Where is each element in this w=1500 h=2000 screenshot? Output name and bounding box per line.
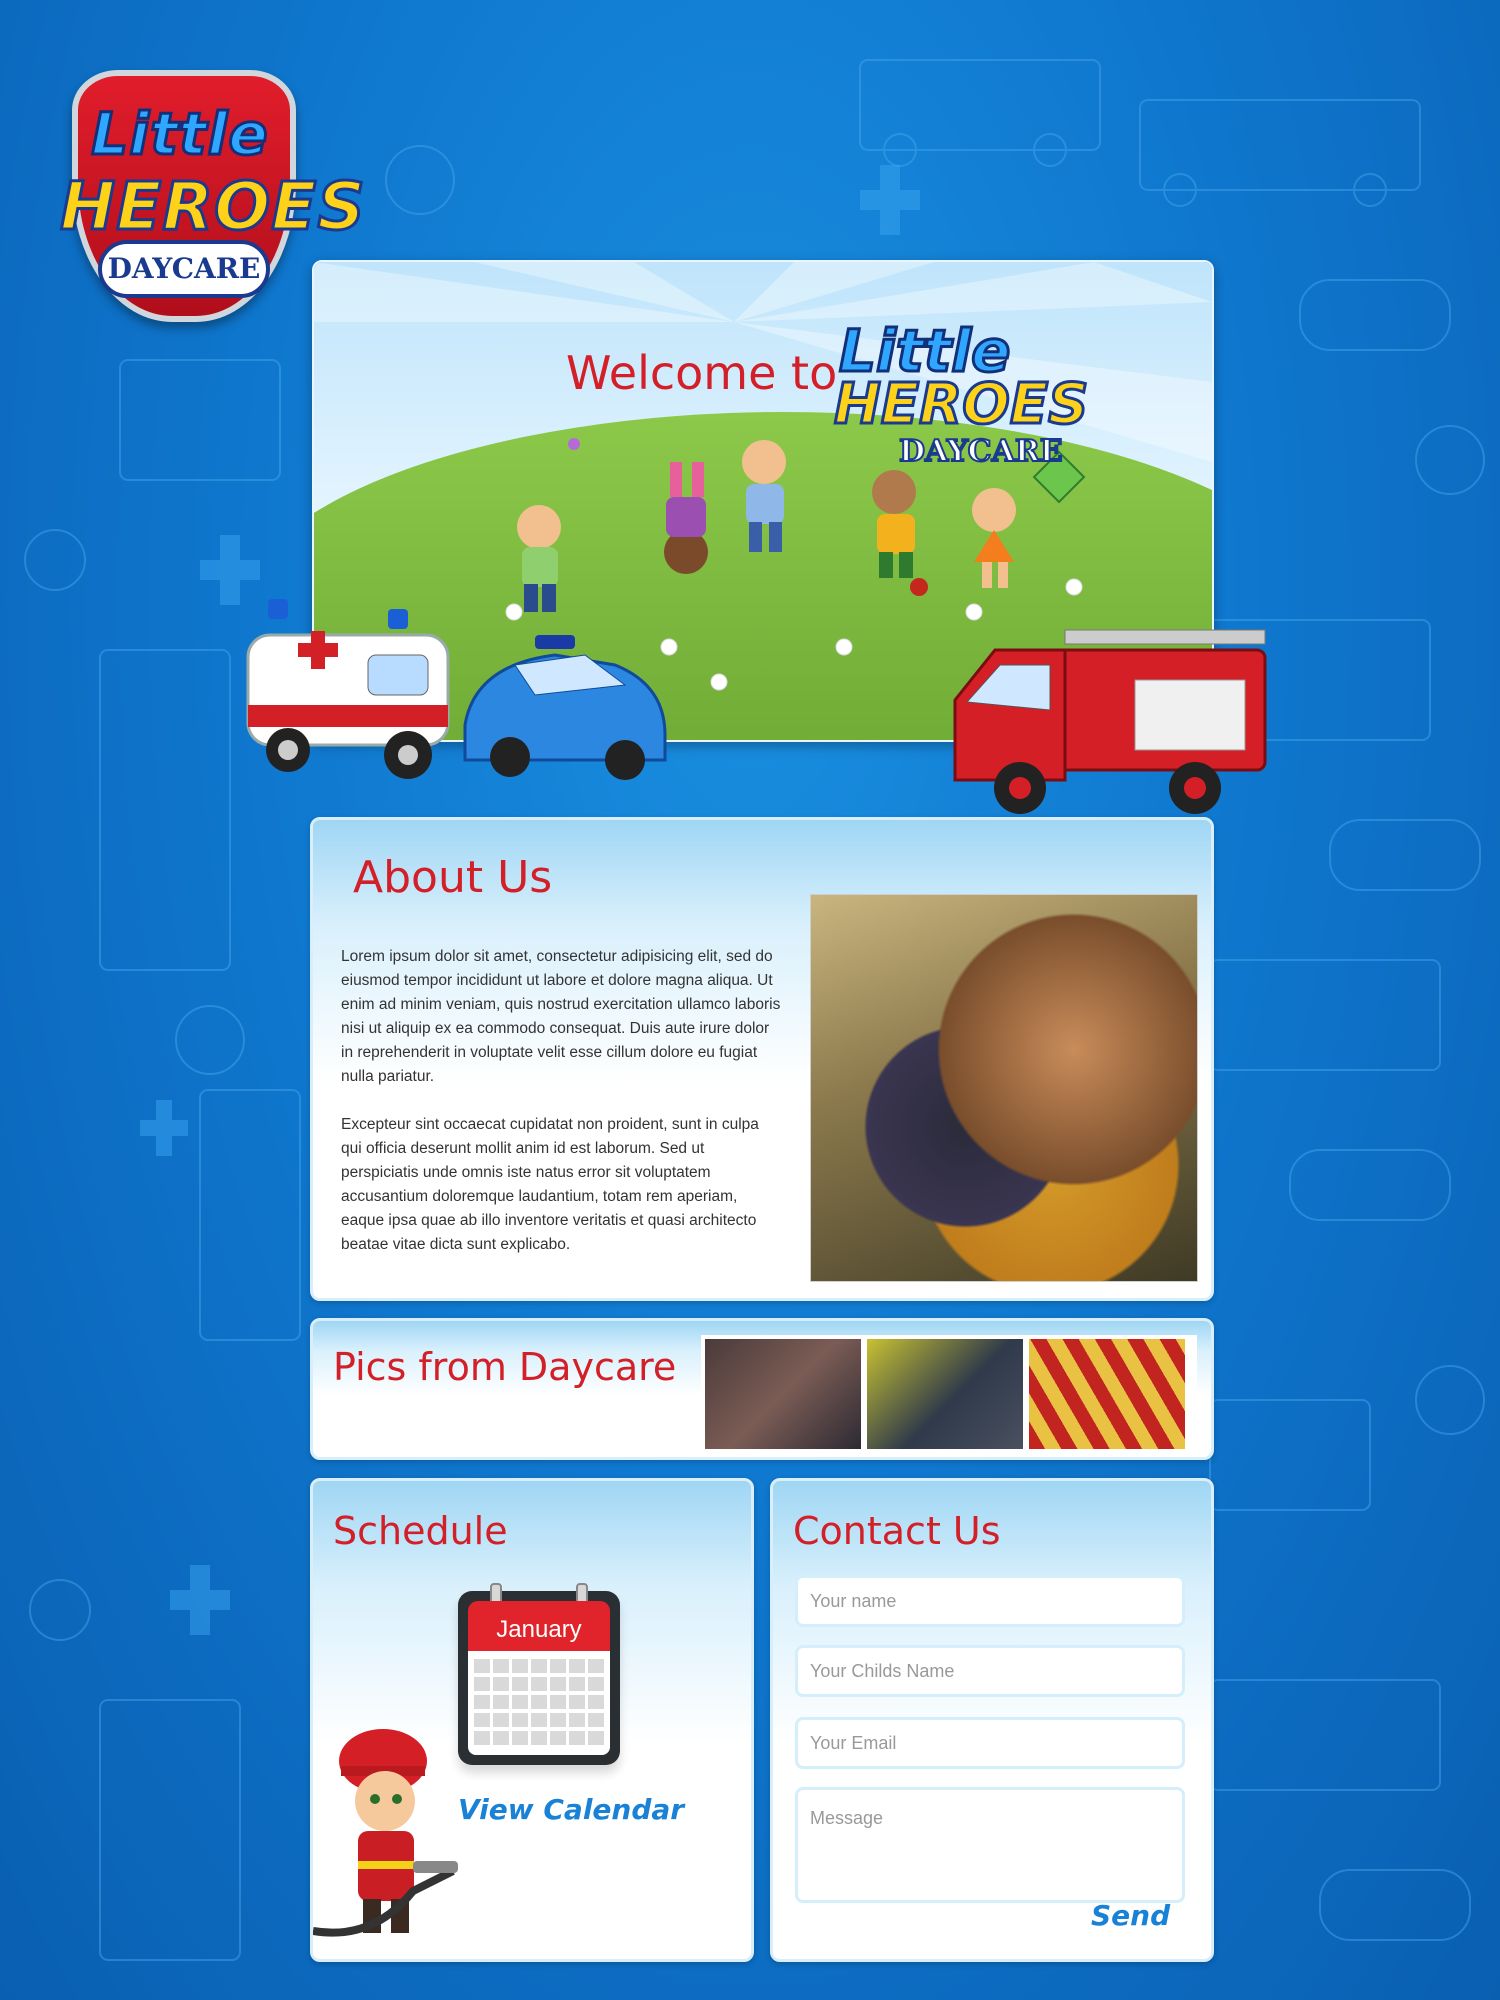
calendar-icon[interactable]: January xyxy=(458,1583,620,1765)
photo-thumbnail-3[interactable] xyxy=(1029,1339,1185,1449)
pics-title: Pics from Daycare xyxy=(333,1345,677,1389)
firefighter-kid-illustration xyxy=(313,1729,458,1937)
photo-thumbnail-2[interactable] xyxy=(867,1339,1023,1449)
logo-text-heroes: HEROES xyxy=(59,167,367,247)
fire-truck-illustration xyxy=(953,629,1267,814)
schedule-panel: Schedule January View Calendar xyxy=(310,1478,754,1962)
hero-welcome-text: Welcome to xyxy=(566,346,838,400)
police-car-illustration xyxy=(463,635,667,780)
child-name-input[interactable] xyxy=(795,1645,1185,1697)
about-us-text: Lorem ipsum dolor sit amet, consectetur … xyxy=(341,945,781,1281)
photo-strip xyxy=(701,1335,1197,1449)
about-us-panel: About Us Lorem ipsum dolor sit amet, con… xyxy=(310,817,1214,1301)
about-us-photo-mother-and-child xyxy=(810,894,1198,1282)
contact-us-panel: Contact Us Send xyxy=(770,1478,1214,1962)
name-input[interactable] xyxy=(795,1575,1185,1627)
pics-panel: Pics from Daycare xyxy=(310,1318,1214,1460)
about-paragraph-1: Lorem ipsum dolor sit amet, consectetur … xyxy=(341,948,781,1085)
send-button[interactable]: Send xyxy=(1091,1899,1170,1932)
logo-text-little: Little xyxy=(90,99,270,170)
calendar-month: January xyxy=(468,1601,610,1651)
schedule-title: Schedule xyxy=(333,1509,508,1553)
contact-us-title: Contact Us xyxy=(793,1509,1001,1553)
photo-thumbnail-1[interactable] xyxy=(705,1339,861,1449)
hero-logo-text-daycare: DAYCARE xyxy=(898,433,1064,470)
message-textarea[interactable] xyxy=(795,1787,1185,1903)
hero-logo-text-heroes: HEROES xyxy=(832,371,1089,439)
email-input[interactable] xyxy=(795,1717,1185,1769)
view-calendar-link[interactable]: View Calendar xyxy=(458,1793,684,1826)
logo-text-daycare: DAYCARE xyxy=(98,240,270,298)
about-us-title: About Us xyxy=(353,852,553,903)
about-paragraph-2: Excepteur sint occaecat cupidatat non pr… xyxy=(341,1116,759,1253)
site-logo[interactable]: Little HEROES DAYCARE xyxy=(59,60,367,325)
calendar-grid xyxy=(468,1651,610,1755)
ambulance-illustration xyxy=(246,599,450,779)
